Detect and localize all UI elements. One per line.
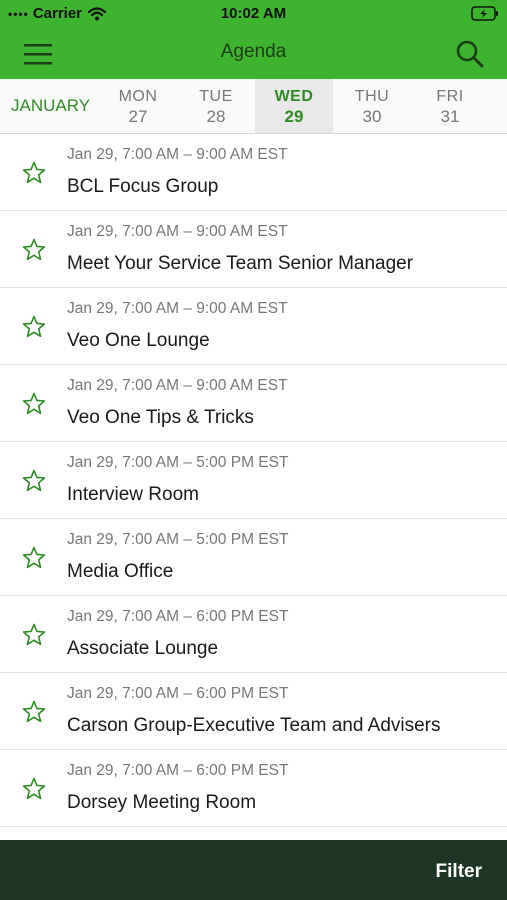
session-row[interactable]: Jan 29, 7:00 AM – 9:00 AM EST Meet Your … xyxy=(0,211,507,288)
session-row[interactable]: Jan 29, 7:00 AM – 9:00 AM EST BCL Focus … xyxy=(0,134,507,211)
day-name: MON xyxy=(118,88,158,105)
session-row[interactable]: Jan 29, 7:00 AM – 9:00 AM EST Veo One Ti… xyxy=(0,365,507,442)
day-tab-wed[interactable]: WED 29 xyxy=(255,79,333,133)
day-tab-fri[interactable]: FRI 31 xyxy=(411,79,489,133)
session-time: Jan 29, 7:00 AM – 5:00 PM EST xyxy=(67,531,289,548)
star-icon[interactable] xyxy=(22,315,46,339)
star-icon[interactable] xyxy=(22,700,46,724)
nav-bar: Agenda xyxy=(0,28,507,79)
session-title: Dorsey Meeting Room xyxy=(67,792,257,813)
day-number: 30 xyxy=(362,107,382,126)
session-time: Jan 29, 7:00 AM – 9:00 AM EST xyxy=(67,223,288,240)
session-time: Jan 29, 7:00 AM – 9:00 AM EST xyxy=(67,146,288,163)
session-title: Veo One Tips & Tricks xyxy=(67,407,254,428)
session-title: Meet Your Service Team Senior Manager xyxy=(67,253,414,274)
star-icon[interactable] xyxy=(22,161,46,185)
filter-button[interactable]: Filter xyxy=(436,861,482,883)
battery-charging-icon xyxy=(471,6,498,21)
day-selector: JANUARY MON 27 TUE 28 WED 29 THU 30 FRI … xyxy=(0,79,507,134)
day-tab-tue[interactable]: TUE 28 xyxy=(177,79,255,133)
day-number: 28 xyxy=(206,107,226,126)
page-title: Agenda xyxy=(220,41,287,62)
status-bar: •••• Carrier 10:02 AM xyxy=(0,0,507,28)
session-row[interactable]: Jan 29, 7:00 AM – 6:00 PM EST Dorsey Mee… xyxy=(0,750,507,827)
star-icon[interactable] xyxy=(22,392,46,416)
star-icon[interactable] xyxy=(22,777,46,801)
session-title: Media Office xyxy=(67,561,174,582)
day-number: 31 xyxy=(440,107,460,126)
session-row[interactable]: Jan 29, 7:00 AM – 6:00 PM EST Associate … xyxy=(0,596,507,673)
session-row[interactable]: Jan 29, 7:00 AM – 6:00 PM EST Carson Gro… xyxy=(0,673,507,750)
session-title: Associate Lounge xyxy=(67,638,219,659)
session-time: Jan 29, 7:00 AM – 9:00 AM EST xyxy=(67,300,288,317)
month-label: JANUARY xyxy=(11,96,91,115)
session-title: Veo One Lounge xyxy=(67,330,210,351)
session-list: Jan 29, 7:00 AM – 9:00 AM EST BCL Focus … xyxy=(0,134,507,827)
star-icon[interactable] xyxy=(22,546,46,570)
session-title: BCL Focus Group xyxy=(67,176,219,197)
session-time: Jan 29, 7:00 AM – 6:00 PM EST xyxy=(67,762,289,779)
session-time: Jan 29, 7:00 AM – 6:00 PM EST xyxy=(67,685,289,702)
session-row[interactable]: Jan 29, 7:00 AM – 5:00 PM EST Interview … xyxy=(0,442,507,519)
session-time: Jan 29, 7:00 AM – 5:00 PM EST xyxy=(67,454,289,471)
day-name: WED xyxy=(274,88,314,105)
day-name: TUE xyxy=(199,88,233,105)
session-title: Carson Group-Executive Team and Advisers xyxy=(67,715,441,736)
session-row[interactable]: Jan 29, 7:00 AM – 9:00 AM EST Veo One Lo… xyxy=(0,288,507,365)
day-name: THU xyxy=(354,88,390,105)
session-title: Interview Room xyxy=(67,484,199,505)
session-row[interactable]: Jan 29, 7:00 AM – 5:00 PM EST Media Offi… xyxy=(0,519,507,596)
day-number: 29 xyxy=(284,107,304,126)
day-name: FRI xyxy=(436,88,464,105)
star-icon[interactable] xyxy=(22,238,46,262)
day-number: 27 xyxy=(128,107,148,126)
star-icon[interactable] xyxy=(22,623,46,647)
status-time: 10:02 AM xyxy=(220,5,287,22)
footer-bar: Filter xyxy=(0,840,507,900)
session-time: Jan 29, 7:00 AM – 9:00 AM EST xyxy=(67,377,288,394)
star-icon[interactable] xyxy=(22,469,46,493)
search-icon[interactable] xyxy=(455,39,485,69)
day-tab-mon[interactable]: MON 27 xyxy=(99,79,177,133)
session-time: Jan 29, 7:00 AM – 6:00 PM EST xyxy=(67,608,289,625)
day-tab-thu[interactable]: THU 30 xyxy=(333,79,411,133)
